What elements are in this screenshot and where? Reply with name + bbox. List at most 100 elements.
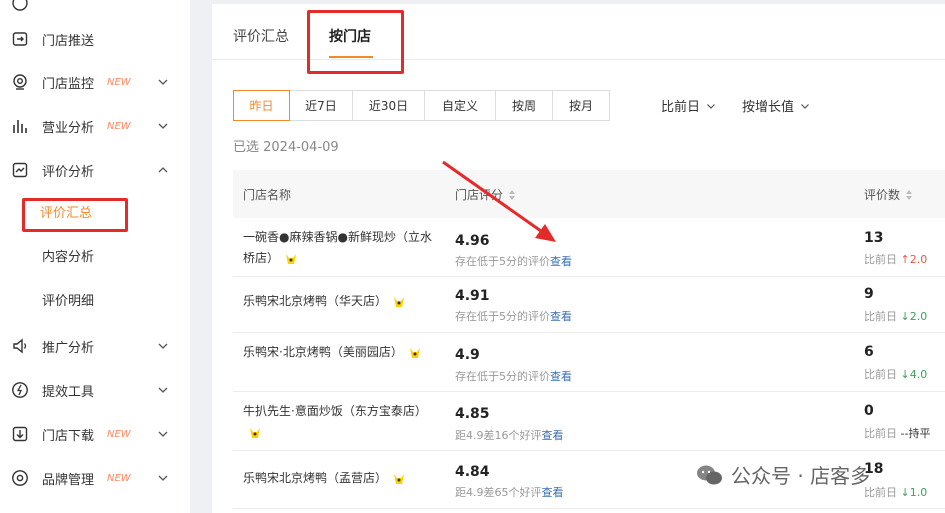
new-badge: NEW (107, 76, 131, 88)
range-yesterday-button[interactable]: 昨日 (233, 90, 290, 121)
column-review-count[interactable]: 评价数 (864, 186, 913, 203)
delta-label: 比前日 (864, 310, 897, 323)
review-delta: 比前日 ↓1.0 (864, 484, 927, 500)
range-30d-button[interactable]: 近30日 (352, 90, 425, 121)
sort-icon[interactable] (905, 189, 913, 201)
watermark-text: 公众号 · 店客多 (731, 464, 871, 488)
meituan-logo-icon (409, 347, 420, 358)
sidebar-item-partial[interactable] (0, 0, 190, 18)
range-week-button[interactable]: 按周 (495, 90, 553, 121)
lightning-icon (11, 381, 29, 399)
range-7d-button[interactable]: 近7日 (289, 90, 353, 121)
chevron-down-icon (158, 123, 168, 129)
chevron-down-icon (158, 475, 168, 481)
highlight-box (307, 10, 404, 74)
meituan-logo-icon (250, 427, 260, 438)
store-name-cell: 一碗香●麻辣香锅●新鲜现炒（立水桥店） (243, 227, 433, 269)
sidebar-subitem-review-detail[interactable]: 评价明细 (0, 286, 190, 312)
sidebar-item-label: 门店下载 (42, 428, 95, 444)
review-delta: 比前日 ↑2.0 (864, 251, 927, 267)
sidebar-item-label: 提效工具 (42, 384, 95, 400)
sidebar-item-store-monitor[interactable]: 门店监控 NEW (0, 67, 190, 97)
tab-review-summary[interactable]: 评价汇总 (233, 26, 289, 46)
chevron-down-icon (707, 103, 715, 109)
sidebar-item-label: 营业分析 (42, 120, 95, 136)
score-note: 距4.9差65个好评查看 (455, 484, 564, 500)
column-store-score[interactable]: 门店评分 (455, 186, 516, 203)
date-range-group: 昨日 近7日 近30日 自定义 按周 按月 (233, 90, 610, 121)
sidebar-item-promotion-analysis[interactable]: 推广分析 (0, 331, 190, 361)
score-note: 存在低于5分的评价查看 (455, 308, 572, 324)
sidebar: 门店推送 门店监控 NEW 营业分析 NEW 评价分析 评价汇总 内容分析 评价… (0, 0, 190, 513)
view-link[interactable]: 查看 (542, 429, 564, 442)
table-row[interactable]: 一碗香●麻辣香锅●新鲜现炒（立水桥店） 4.96 存在低于5分的评价查看 13 … (233, 218, 945, 277)
sidebar-item-label: 门店监控 (42, 76, 95, 92)
meituan-logo-icon (394, 473, 405, 484)
store-name: 一碗香●麻辣香锅●新鲜现炒（立水桥店） (243, 230, 432, 265)
view-link[interactable]: 查看 (550, 370, 572, 383)
table-row[interactable]: 牛扒先生·意面炒饭（东方宝泰店） 4.85 距4.9差16个好评查看 0 比前日… (233, 392, 945, 451)
speaker-icon (11, 337, 29, 355)
sidebar-item-store-download[interactable]: 门店下载 NEW (0, 419, 190, 449)
sort-icon[interactable] (508, 189, 516, 201)
column-header-label: 门店名称 (243, 188, 292, 202)
score-note-text: 存在低于5分的评价 (455, 255, 550, 268)
table-header: 门店名称 门店评分 评价数 (233, 170, 945, 218)
store-score: 4.84 (455, 464, 490, 480)
monitor-icon (11, 73, 29, 91)
store-name-cell: 乐鸭宋·北京烤鸭（美丽园店） (243, 342, 433, 363)
chevron-up-icon (158, 167, 168, 173)
report-icon (11, 0, 29, 12)
store-name: 乐鸭宋北京烤鸭（华天店） (243, 294, 388, 308)
store-name: 牛扒先生·意面炒饭（东方宝泰店） (243, 404, 427, 418)
meituan-logo-icon (394, 296, 405, 307)
chevron-down-icon (801, 103, 809, 109)
new-badge: NEW (107, 120, 131, 132)
view-link[interactable]: 查看 (550, 310, 572, 323)
highlight-box (22, 198, 128, 232)
store-name-cell: 乐鸭宋北京烤鸭（华天店） (243, 291, 433, 312)
sidebar-item-label: 品牌管理 (42, 472, 95, 488)
delta-label: 比前日 (864, 368, 897, 381)
sidebar-item-efficiency-tools[interactable]: 提效工具 (0, 375, 190, 405)
sort-mode-select[interactable]: 按增长值 (742, 96, 810, 115)
delta-value: ↓2.0 (900, 310, 928, 323)
delta-label: 比前日 (864, 253, 897, 266)
compare-baseline-select[interactable]: 比前日 (661, 96, 716, 115)
sidebar-item-label: 评价分析 (42, 164, 95, 180)
view-link[interactable]: 查看 (542, 486, 564, 499)
view-link[interactable]: 查看 (550, 255, 572, 268)
compare-baseline-value: 比前日 (661, 100, 701, 115)
score-note-text: 距4.9差65个好评 (455, 486, 542, 499)
sidebar-subitem-label: 内容分析 (42, 249, 95, 265)
score-note-text: 距4.9差16个好评 (455, 429, 542, 442)
sidebar-item-business-analysis[interactable]: 营业分析 NEW (0, 111, 190, 141)
store-score: 4.9 (455, 347, 480, 363)
store-name-cell: 牛扒先生·意面炒饭（东方宝泰店） (243, 401, 433, 443)
meituan-logo-icon (286, 253, 297, 264)
sidebar-item-review-analysis[interactable]: 评价分析 (0, 155, 190, 185)
sort-mode-value: 按增长值 (742, 100, 795, 115)
column-header-label: 评价数 (864, 188, 901, 202)
delta-label: 比前日 (864, 427, 897, 440)
range-month-button[interactable]: 按月 (552, 90, 610, 121)
column-header-label: 门店评分 (455, 188, 504, 202)
score-note: 距4.9差16个好评查看 (455, 427, 564, 443)
score-note: 存在低于5分的评价查看 (455, 253, 572, 269)
range-custom-button[interactable]: 自定义 (424, 90, 496, 121)
sidebar-item-brand-management[interactable]: 品牌管理 NEW (0, 463, 190, 493)
brand-icon (11, 469, 29, 487)
sidebar-item-label: 推广分析 (42, 340, 95, 356)
store-name: 乐鸭宋北京烤鸭（孟营店） (243, 471, 388, 485)
sidebar-item-store-push[interactable]: 门店推送 (0, 24, 190, 54)
store-score: 4.85 (455, 406, 490, 422)
sidebar-subitem-content-analysis[interactable]: 内容分析 (0, 242, 190, 268)
watermark: 公众号 · 店客多 (695, 460, 870, 489)
table-row[interactable]: 乐鸭宋·北京烤鸭（美丽园店） 4.9 存在低于5分的评价查看 6 比前日 ↓4.… (233, 333, 945, 392)
table-row[interactable]: 乐鸭宋北京烤鸭（华天店） 4.91 存在低于5分的评价查看 9 比前日 ↓2.0 (233, 277, 945, 333)
new-badge: NEW (107, 428, 131, 440)
new-badge: NEW (107, 472, 131, 484)
review-delta: 比前日 ↓4.0 (864, 366, 927, 382)
main-panel: 评价汇总 按门店 昨日 近7日 近30日 自定义 按周 按月 比前日 按增长值 … (212, 4, 945, 513)
store-score: 4.96 (455, 233, 490, 249)
